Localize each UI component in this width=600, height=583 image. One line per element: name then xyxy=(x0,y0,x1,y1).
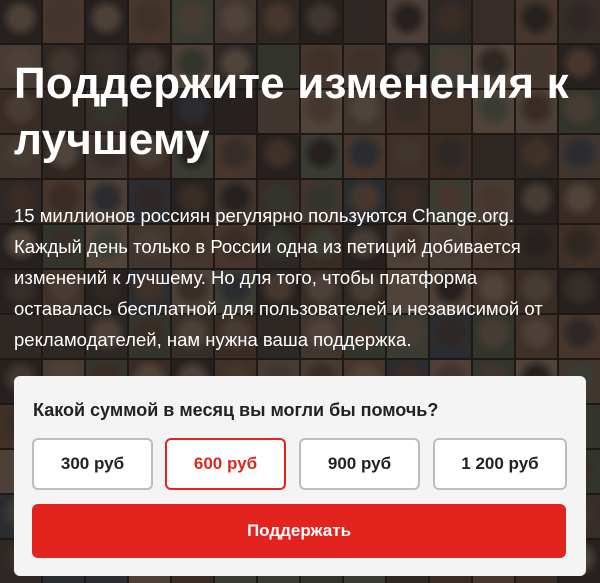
amount-option-600[interactable]: 600 руб xyxy=(165,438,286,490)
donation-banner: Поддержите изменения к лучшему 15 миллио… xyxy=(0,0,600,583)
support-button[interactable]: Поддержать xyxy=(32,504,566,558)
page-title: Поддержите изменения к лучшему xyxy=(14,59,569,164)
donation-question: Какой суммой в месяц вы могли бы помочь? xyxy=(33,400,439,420)
donation-card: Какой суммой в месяц вы могли бы помочь?… xyxy=(14,376,586,576)
amount-option-300[interactable]: 300 руб xyxy=(32,438,153,490)
amount-option-1200[interactable]: 1 200 руб xyxy=(433,438,567,490)
description-text: 15 миллионов россиян регулярно пользуютс… xyxy=(14,205,543,350)
amount-option-900[interactable]: 900 руб xyxy=(299,438,420,490)
